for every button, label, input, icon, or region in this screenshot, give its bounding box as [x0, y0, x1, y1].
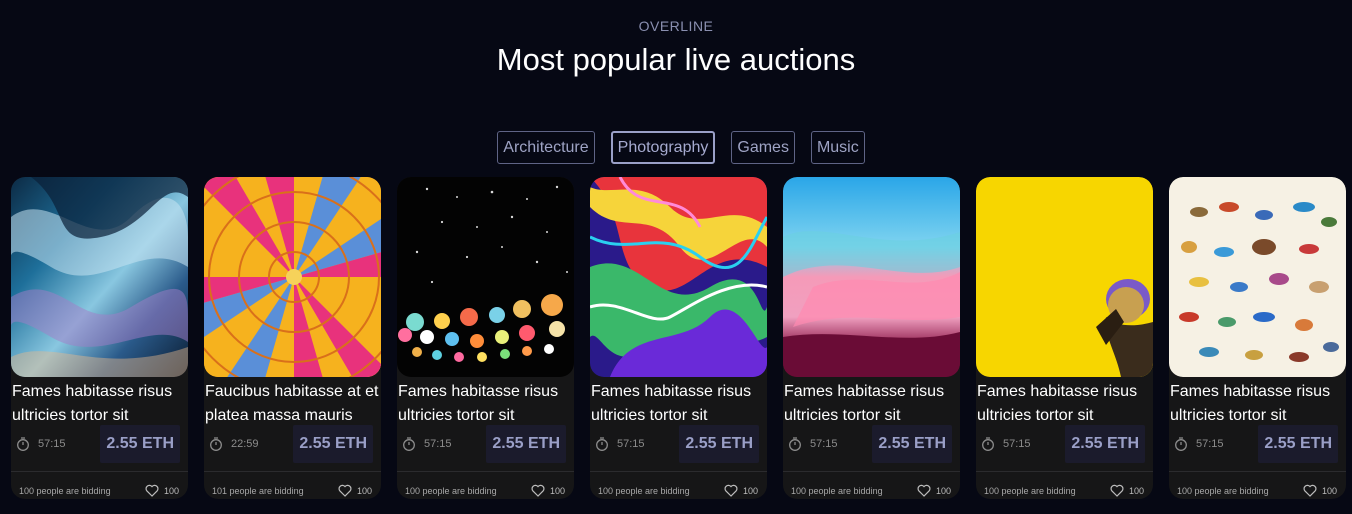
artwork-image	[11, 177, 188, 377]
bidding-count: 100 people are bidding	[598, 486, 690, 496]
auction-card[interactable]: Fames habitasse risus ultricies tortor s…	[1169, 177, 1346, 499]
card-title: Fames habitasse risus ultricies tortor s…	[398, 383, 559, 424]
auction-card-list: Fames habitasse risus ultricies tortor s…	[11, 177, 1346, 499]
like-count: 100	[356, 485, 372, 496]
like-count: 100	[742, 485, 758, 496]
price-tag: 2.55 ETH	[679, 425, 759, 463]
stopwatch-icon	[17, 437, 29, 451]
artwork-image	[204, 177, 381, 377]
countdown: 57:15	[981, 437, 1031, 451]
card-title: Faucibus habitasse at et platea massa ma…	[205, 383, 379, 424]
card-title: Fames habitasse risus ultricies tortor s…	[977, 383, 1138, 424]
card-title: Fames habitasse risus ultricies tortor s…	[591, 383, 752, 424]
stopwatch-icon	[210, 437, 222, 451]
filter-photography[interactable]: Photography	[610, 131, 716, 164]
countdown: 57:15	[1174, 437, 1224, 451]
artwork-image	[783, 177, 960, 377]
auction-card[interactable]: Fames habitasse risus ultricies tortor s…	[590, 177, 767, 499]
like-button[interactable]: 100	[724, 484, 758, 497]
filter-music[interactable]: Music	[810, 131, 865, 164]
stopwatch-icon	[596, 437, 608, 451]
like-count: 100	[163, 485, 179, 496]
countdown-time: 22:59	[231, 438, 259, 450]
divider	[783, 471, 960, 472]
countdown-time: 57:15	[1196, 438, 1224, 450]
artwork-image	[976, 177, 1153, 377]
bidding-count: 100 people are bidding	[1177, 486, 1269, 496]
heart-icon	[1303, 484, 1317, 497]
heart-icon	[724, 484, 738, 497]
countdown-time: 57:15	[810, 438, 838, 450]
heart-icon	[1110, 484, 1124, 497]
stopwatch-icon	[789, 437, 801, 451]
like-button[interactable]: 100	[531, 484, 565, 497]
countdown: 57:15	[402, 437, 452, 451]
like-button[interactable]: 100	[1303, 484, 1337, 497]
price-tag: 2.55 ETH	[1258, 425, 1338, 463]
divider	[204, 471, 381, 472]
price-tag: 2.55 ETH	[100, 425, 180, 463]
bidding-count: 100 people are bidding	[405, 486, 497, 496]
card-title: Fames habitasse risus ultricies tortor s…	[12, 383, 173, 424]
like-button[interactable]: 100	[1110, 484, 1144, 497]
category-filters: Architecture Photography Games Music	[0, 131, 1352, 164]
countdown-time: 57:15	[1003, 438, 1031, 450]
like-button[interactable]: 100	[145, 484, 179, 497]
price-tag: 2.55 ETH	[486, 425, 566, 463]
like-count: 100	[549, 485, 565, 496]
section-overline: OVERLINE	[638, 18, 714, 34]
heart-icon	[917, 484, 931, 497]
divider	[590, 471, 767, 472]
artwork-image	[590, 177, 767, 377]
like-button[interactable]: 100	[338, 484, 372, 497]
bidding-count: 100 people are bidding	[19, 486, 111, 496]
auction-card[interactable]: Fames habitasse risus ultricies tortor s…	[397, 177, 574, 499]
like-count: 100	[935, 485, 951, 496]
artwork-image	[1169, 177, 1346, 377]
bidding-count: 100 people are bidding	[791, 486, 883, 496]
countdown: 57:15	[595, 437, 645, 451]
card-title: Fames habitasse risus ultricies tortor s…	[784, 383, 945, 424]
heart-icon	[145, 484, 159, 497]
stopwatch-icon	[1175, 437, 1187, 451]
auction-card[interactable]: Faucibus habitasse at et platea massa ma…	[204, 177, 381, 499]
bidding-count: 100 people are bidding	[984, 486, 1076, 496]
heart-icon	[338, 484, 352, 497]
divider	[1169, 471, 1346, 472]
divider	[976, 471, 1153, 472]
card-title: Fames habitasse risus ultricies tortor s…	[1170, 383, 1331, 424]
stopwatch-icon	[982, 437, 994, 451]
artwork-image	[397, 177, 574, 377]
filter-games[interactable]: Games	[731, 131, 795, 164]
auction-card[interactable]: Fames habitasse risus ultricies tortor s…	[11, 177, 188, 499]
bidding-count: 101 people are bidding	[212, 486, 304, 496]
countdown: 22:59	[209, 437, 259, 451]
stopwatch-icon	[403, 437, 415, 451]
price-tag: 2.55 ETH	[872, 425, 952, 463]
like-button[interactable]: 100	[917, 484, 951, 497]
price-tag: 2.55 ETH	[293, 425, 373, 463]
countdown-time: 57:15	[424, 438, 452, 450]
like-count: 100	[1321, 485, 1337, 496]
like-count: 100	[1128, 485, 1144, 496]
divider	[397, 471, 574, 472]
countdown: 57:15	[788, 437, 838, 451]
auction-card[interactable]: Fames habitasse risus ultricies tortor s…	[976, 177, 1153, 499]
auction-card[interactable]: Fames habitasse risus ultricies tortor s…	[783, 177, 960, 499]
countdown-time: 57:15	[38, 438, 66, 450]
countdown-time: 57:15	[617, 438, 645, 450]
price-tag: 2.55 ETH	[1065, 425, 1145, 463]
section-title: Most popular live auctions	[496, 42, 856, 77]
divider	[11, 471, 188, 472]
countdown: 57:15	[16, 437, 66, 451]
filter-architecture[interactable]: Architecture	[497, 131, 595, 164]
heart-icon	[531, 484, 545, 497]
